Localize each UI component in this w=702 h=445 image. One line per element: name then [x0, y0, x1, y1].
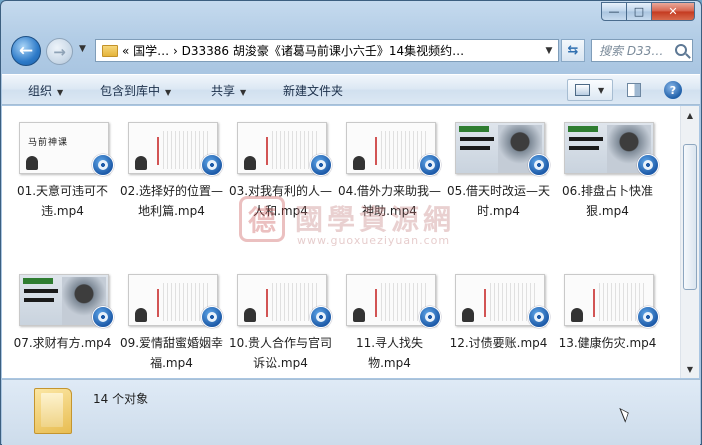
file-name: 12.讨债要账.mp4	[449, 336, 548, 350]
help-button[interactable]: ?	[664, 81, 682, 99]
caption-buttons: — □ ✕	[601, 2, 695, 21]
view-icon	[575, 84, 590, 96]
search-icon[interactable]	[675, 44, 687, 56]
file-name: 04.借外力来助我—神助.mp4	[337, 184, 442, 218]
media-player-icon	[637, 154, 659, 176]
media-player-icon	[92, 306, 114, 328]
file-item[interactable]: 12.讨债要账.mp4	[446, 274, 551, 374]
search-placeholder: 搜索 D33…	[599, 44, 664, 58]
item-count: 14 个对象	[93, 392, 149, 406]
new-folder-button[interactable]: 新建文件夹	[283, 82, 343, 99]
refresh-button[interactable]: ⇆	[561, 39, 585, 62]
organize-menu[interactable]: 组织 ▼	[28, 82, 63, 99]
file-name: 09.爱情甜蜜婚姻幸福.mp4	[119, 336, 224, 370]
chevron-down-icon: ▼	[165, 88, 172, 97]
scroll-down-icon[interactable]: ▼	[682, 361, 698, 377]
media-player-icon	[637, 306, 659, 328]
address-path[interactable]: « 国学… › D33386 胡浚豪《诸葛马前课小六壬》14集视频约…	[122, 42, 540, 59]
media-player-icon	[528, 306, 550, 328]
scroll-up-icon[interactable]: ▲	[682, 107, 698, 123]
file-name: 03.对我有利的人—人和.mp4	[228, 184, 333, 218]
file-item[interactable]: 马前神课 01.天意可违可不违.mp4	[10, 122, 115, 222]
file-name: 01.天意可违可不违.mp4	[16, 184, 109, 218]
address-bar[interactable]: « 国学… › D33386 胡浚豪《诸葛马前课小六壬》14集视频约… ▼	[95, 39, 559, 62]
file-item[interactable]: 04.借外力来助我—神助.mp4	[337, 122, 442, 222]
preview-pane-button[interactable]	[627, 83, 641, 97]
file-item[interactable]: 13.健康伤灾.mp4	[555, 274, 660, 374]
file-name: 05.借天时改运—天时.mp4	[446, 184, 551, 218]
media-player-icon	[201, 306, 223, 328]
media-player-icon	[201, 154, 223, 176]
file-item[interactable]: 03.对我有利的人—人和.mp4	[228, 122, 333, 222]
recent-pages-dropdown[interactable]: ▼	[79, 44, 86, 54]
file-name: 02.选择好的位置—地利篇.mp4	[119, 184, 224, 218]
file-name: 10.贵人合作与官司诉讼.mp4	[228, 336, 333, 370]
include-library-menu[interactable]: 包含到库中 ▼	[100, 82, 171, 99]
chevron-down-icon: ▼	[240, 88, 247, 97]
folder-icon	[102, 44, 118, 57]
share-label: 共享	[211, 84, 236, 98]
share-menu[interactable]: 共享 ▼	[211, 82, 246, 99]
organize-label: 组织	[28, 84, 53, 98]
media-player-icon	[310, 306, 332, 328]
back-button[interactable]: ←	[11, 36, 41, 66]
thumbnail-title: 马前神课	[28, 138, 69, 148]
maximize-button[interactable]: □	[627, 2, 652, 21]
file-list[interactable]: 马前神课 01.天意可违可不违.mp4 02.选择好的位置—地利篇.mp4 03.对我…	[2, 106, 680, 378]
media-player-icon	[419, 154, 441, 176]
change-view-button[interactable]: ▼	[567, 79, 613, 101]
close-button[interactable]: ✕	[652, 2, 695, 21]
file-item[interactable]: 11.寻人找失物.mp4	[337, 274, 442, 374]
back-arrow-icon: ←	[18, 41, 34, 61]
chevron-down-icon[interactable]: ▼	[598, 86, 604, 95]
media-player-icon	[419, 306, 441, 328]
file-name: 06.排盘占卜快准狠.mp4	[561, 184, 654, 218]
file-item[interactable]: 06.排盘占卜快准狠.mp4	[555, 122, 660, 222]
scrollbar-thumb[interactable]	[683, 144, 697, 290]
include-library-label: 包含到库中	[100, 84, 161, 98]
refresh-icon: ⇆	[567, 43, 579, 58]
file-item[interactable]: 10.贵人合作与官司诉讼.mp4	[228, 274, 333, 374]
media-player-icon	[528, 154, 550, 176]
file-item[interactable]: 09.爱情甜蜜婚姻幸福.mp4	[119, 274, 224, 374]
forward-button[interactable]: →	[46, 38, 73, 65]
file-item[interactable]: 02.选择好的位置—地利篇.mp4	[119, 122, 224, 222]
forward-arrow-icon: →	[53, 42, 66, 61]
details-pane: 14 个对象	[2, 379, 700, 445]
file-name: 11.寻人找失物.mp4	[355, 336, 424, 370]
vertical-scrollbar[interactable]: ▲ ▼	[680, 106, 699, 378]
explorer-window: — □ ✕ ← → ▼ « 国学… › D33386 胡浚豪《诸葛马前课小六壬》…	[0, 0, 702, 445]
chevron-down-icon[interactable]: ▼	[540, 46, 558, 56]
chevron-down-icon: ▼	[57, 88, 64, 97]
folder-icon	[34, 388, 72, 434]
file-item[interactable]: 07.求财有方.mp4	[10, 274, 115, 374]
help-icon: ?	[669, 83, 677, 97]
media-player-icon	[92, 154, 114, 176]
search-input[interactable]: 搜索 D33…	[591, 39, 693, 62]
minimize-button[interactable]: —	[601, 2, 627, 21]
file-name: 07.求财有方.mp4	[13, 336, 112, 350]
media-player-icon	[310, 154, 332, 176]
file-name: 13.健康伤灾.mp4	[558, 336, 657, 350]
file-item[interactable]: 05.借天时改运—天时.mp4	[446, 122, 551, 222]
command-bar: 组织 ▼ 包含到库中 ▼ 共享 ▼ 新建文件夹 ▼ ?	[2, 74, 700, 105]
